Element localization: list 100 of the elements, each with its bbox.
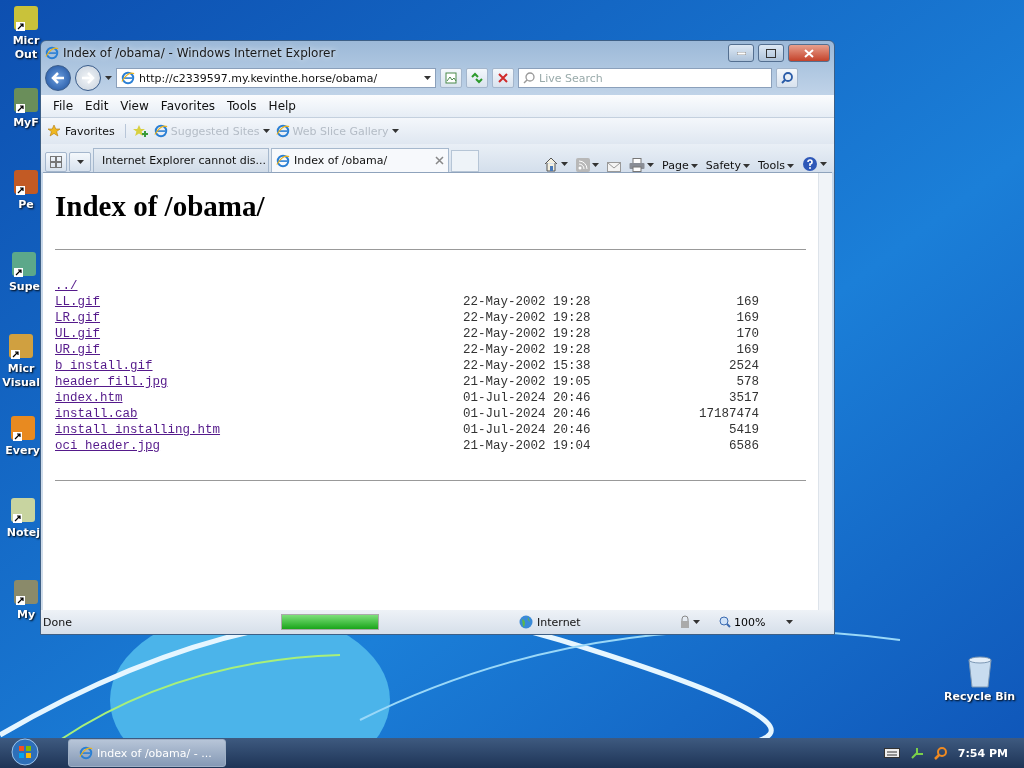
refresh-icon xyxy=(470,72,484,84)
caret-icon xyxy=(561,162,569,166)
caret-icon xyxy=(693,620,700,624)
command-menu[interactable]: Page xyxy=(659,159,701,172)
caret-icon xyxy=(391,129,399,133)
file-date: 22-May-2002 19:28 xyxy=(463,310,592,326)
close-button[interactable] xyxy=(788,44,830,62)
icon-label: Micr xyxy=(12,34,40,48)
caret-icon xyxy=(820,162,827,166)
shortcut-icon[interactable] xyxy=(10,250,39,280)
file-size: 578 xyxy=(735,374,759,390)
minimize-button[interactable] xyxy=(728,44,754,62)
file-size: 3517 xyxy=(728,390,759,406)
favorites-button[interactable]: Favorites xyxy=(47,124,126,138)
search-icon[interactable] xyxy=(933,746,948,760)
file-link[interactable]: install_installing.htm xyxy=(55,423,221,437)
browser-tab[interactable]: Index of /obama/ xyxy=(271,148,449,172)
command-menu[interactable]: Safety xyxy=(702,159,753,172)
icon-label: Supe xyxy=(8,280,40,294)
search-button[interactable] xyxy=(776,68,798,88)
file-size: 169 xyxy=(735,294,759,310)
file-size: 17187474 xyxy=(698,406,759,422)
icon-label: Out xyxy=(14,48,38,62)
recycle-bin-icon[interactable] xyxy=(966,656,993,688)
zoom-button[interactable]: 100% xyxy=(719,615,766,629)
caret-icon xyxy=(592,163,600,167)
menu-item[interactable]: View xyxy=(114,97,155,115)
quick-tabs-button[interactable] xyxy=(45,152,67,172)
icon-label: Notej xyxy=(6,526,40,540)
shortcut-icon[interactable] xyxy=(12,168,40,198)
stop-button[interactable] xyxy=(492,68,514,88)
minimize-icon xyxy=(736,51,746,55)
file-size: 2524 xyxy=(728,358,759,374)
shortcut-icon[interactable] xyxy=(7,332,36,362)
menu-item[interactable]: Edit xyxy=(79,97,115,115)
file-link[interactable]: LR.gif xyxy=(55,311,100,325)
file-size: 6586 xyxy=(728,438,759,454)
shortcut-icon[interactable] xyxy=(12,86,40,116)
file-date: 01-Jul-2024 20:46 xyxy=(463,406,592,422)
menu-item[interactable]: Help xyxy=(262,97,302,115)
menu-item[interactable]: Favorites xyxy=(154,97,222,115)
scrollbar[interactable] xyxy=(818,173,832,610)
file-link[interactable]: ../ xyxy=(55,279,78,293)
close-tab-icon[interactable] xyxy=(435,156,444,165)
security-zone: Internet xyxy=(537,615,581,629)
file-link[interactable]: index.htm xyxy=(55,391,123,405)
address-field[interactable]: http://c2339597.my.kevinthe.horse/obama/ xyxy=(116,68,436,88)
file-link[interactable]: UR.gif xyxy=(55,343,100,357)
file-link[interactable]: b_install.gif xyxy=(55,359,153,373)
page-heading: Index of /obama/ xyxy=(55,190,266,223)
file-size: 169 xyxy=(735,310,759,326)
file-link[interactable]: UL.gif xyxy=(55,327,100,341)
file-date: 01-Jul-2024 20:46 xyxy=(463,422,592,438)
file-date: 01-Jul-2024 20:46 xyxy=(463,390,592,406)
ie-logo-icon xyxy=(79,746,93,760)
file-date: 22-May-2002 19:28 xyxy=(463,326,592,342)
shortcut-icon[interactable] xyxy=(8,414,37,444)
globe-icon xyxy=(519,615,533,629)
compatibility-button[interactable] xyxy=(440,68,462,88)
file-size: 170 xyxy=(735,326,759,342)
refresh-button[interactable] xyxy=(466,68,488,88)
file-link[interactable]: oci_header.jpg xyxy=(55,439,161,453)
icon-label: My xyxy=(16,608,36,622)
browser-tab[interactable]: Internet Explorer cannot dis... xyxy=(93,148,269,172)
file-link[interactable]: LL.gif xyxy=(55,295,100,309)
ie-logo-icon xyxy=(45,46,59,60)
forward-button[interactable] xyxy=(75,65,101,91)
close-icon xyxy=(498,73,508,83)
home-icon xyxy=(543,156,560,172)
search-icon xyxy=(781,72,793,84)
icon-label: MyF xyxy=(13,116,39,130)
windows-logo-icon xyxy=(11,738,39,766)
file-size: 169 xyxy=(735,342,759,358)
ie-logo-icon xyxy=(275,124,290,138)
file-link[interactable]: header_fill.jpg xyxy=(55,375,168,389)
menu-item[interactable]: File xyxy=(47,97,80,115)
command-menu[interactable]: Tools xyxy=(754,159,797,172)
ie-logo-icon xyxy=(121,71,135,85)
shortcut-icon[interactable] xyxy=(9,496,38,526)
caret-icon xyxy=(787,163,794,168)
tab-list-button[interactable] xyxy=(69,152,91,172)
start-button[interactable] xyxy=(8,738,42,768)
star-icon xyxy=(47,124,61,138)
ie-logo-icon xyxy=(276,153,290,168)
grid-icon xyxy=(50,156,62,168)
file-link[interactable]: install.cab xyxy=(55,407,138,421)
keyboard-icon[interactable] xyxy=(883,748,900,758)
icon-label: Visual xyxy=(2,376,40,390)
add-favorites-icon[interactable] xyxy=(131,124,148,138)
shortcut-icon[interactable] xyxy=(12,4,40,34)
right-arrow-icon xyxy=(81,72,95,84)
file-size: 5419 xyxy=(728,422,759,438)
caret-icon xyxy=(76,160,84,164)
menu-item[interactable]: Tools xyxy=(221,97,263,115)
shortcut-icon[interactable] xyxy=(12,578,40,608)
caret-icon xyxy=(262,129,270,133)
back-button[interactable] xyxy=(45,65,71,91)
caret-icon xyxy=(647,163,655,167)
maximize-button[interactable] xyxy=(758,44,784,62)
network-icon[interactable] xyxy=(909,746,924,760)
